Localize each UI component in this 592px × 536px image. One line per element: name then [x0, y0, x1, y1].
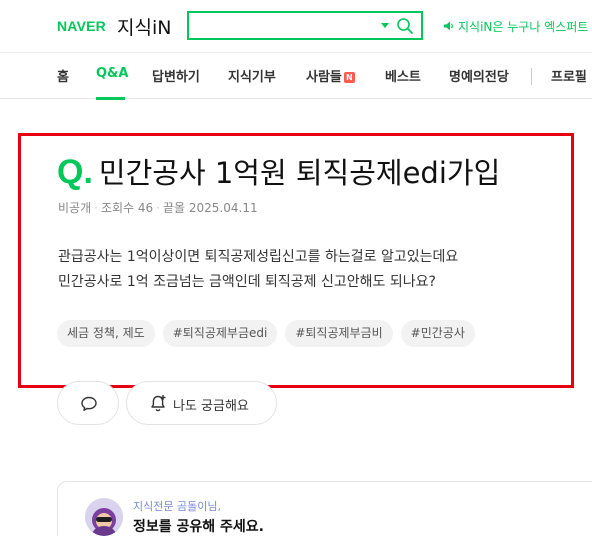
tab-home[interactable]: 홈	[57, 66, 69, 85]
tab-people-label: 사람들	[306, 70, 342, 85]
expert-prompt-card: 지식전문 곰돌이님, 정보를 공유해 주세요.	[57, 481, 592, 536]
jisikin-logo[interactable]: 지식iN	[117, 13, 171, 40]
tab-answer[interactable]: 답변하기	[152, 66, 200, 85]
new-badge: N	[343, 72, 355, 83]
tab-best[interactable]: 베스트	[385, 66, 421, 85]
hashtag[interactable]: #퇴직공제부금edi	[162, 320, 278, 347]
nav-divider	[531, 68, 532, 85]
comment-icon	[81, 396, 97, 411]
active-tab-indicator	[96, 97, 125, 100]
curious-label: 나도 궁금해요	[173, 399, 249, 414]
comment-button[interactable]	[57, 381, 119, 425]
question-body-line: 민간공사로 1억 조금넘는 금액인데 퇴직공제 신고안해도 되나요?	[58, 274, 436, 290]
hashtag[interactable]: #퇴직공제부금비	[285, 320, 393, 347]
tab-donate[interactable]: 지식기부	[228, 66, 276, 85]
question-meta: 비공개 · 조회수 46 · 끝올 2025.04.11	[58, 201, 258, 215]
speaker-icon	[444, 21, 453, 31]
question-body-line: 관급공사는 1억이상이면 퇴직공제성립신고를 하는걸로 알고있는데요	[58, 249, 459, 265]
search-icon[interactable]	[396, 17, 414, 35]
search-box	[187, 11, 423, 40]
question-title-text: 민간공사 1억원 퇴직공제edi가입	[98, 156, 501, 190]
tab-people[interactable]: 사람들 N	[306, 66, 355, 85]
hashtag[interactable]: #민간공사	[400, 320, 475, 347]
question-title: Q. 민간공사 1억원 퇴직공제edi가입	[57, 150, 500, 192]
curious-button[interactable]: 나도 궁금해요	[126, 381, 277, 425]
expert-subtitle: 지식전문 곰돌이님,	[133, 500, 221, 513]
notice-text: 지식iN은 누구나 엑스퍼트	[458, 20, 589, 34]
bell-plus-icon	[151, 395, 166, 412]
expert-message: 정보를 공유해 주세요.	[133, 519, 264, 535]
visibility-label: 비공개	[58, 201, 92, 215]
notice-link[interactable]: 지식iN은 누구나 엑스퍼트	[443, 18, 588, 35]
avatar	[85, 498, 123, 536]
naver-logo[interactable]: NAVER	[57, 18, 106, 34]
main-nav: 홈 Q&A 답변하기 지식기부 사람들 N 베스트 명예의전당 프로필	[0, 52, 592, 100]
search-input[interactable]	[189, 13, 369, 38]
post-date: 끝올 2025.04.11	[163, 201, 258, 215]
tab-profile[interactable]: 프로필	[551, 66, 587, 85]
tab-hall-of-fame[interactable]: 명예의전당	[449, 66, 509, 85]
search-dropdown-icon[interactable]	[381, 23, 389, 28]
tab-qna[interactable]: Q&A	[96, 66, 128, 81]
view-count: 조회수 46	[100, 201, 154, 215]
tag-list: 세금 정책, 제도 #퇴직공제부금edi #퇴직공제부금비 #민간공사	[57, 320, 475, 347]
category-tag[interactable]: 세금 정책, 제도	[57, 320, 155, 347]
header: NAVER 지식iN 지식iN은 누구나 엑스퍼트	[0, 0, 592, 52]
character-avatar-icon	[85, 498, 123, 536]
question-body: 관급공사는 1억이상이면 퇴직공제성립신고를 하는걸로 알고있는데요 민간공사로…	[58, 245, 458, 295]
question-mark: Q.	[57, 153, 93, 191]
